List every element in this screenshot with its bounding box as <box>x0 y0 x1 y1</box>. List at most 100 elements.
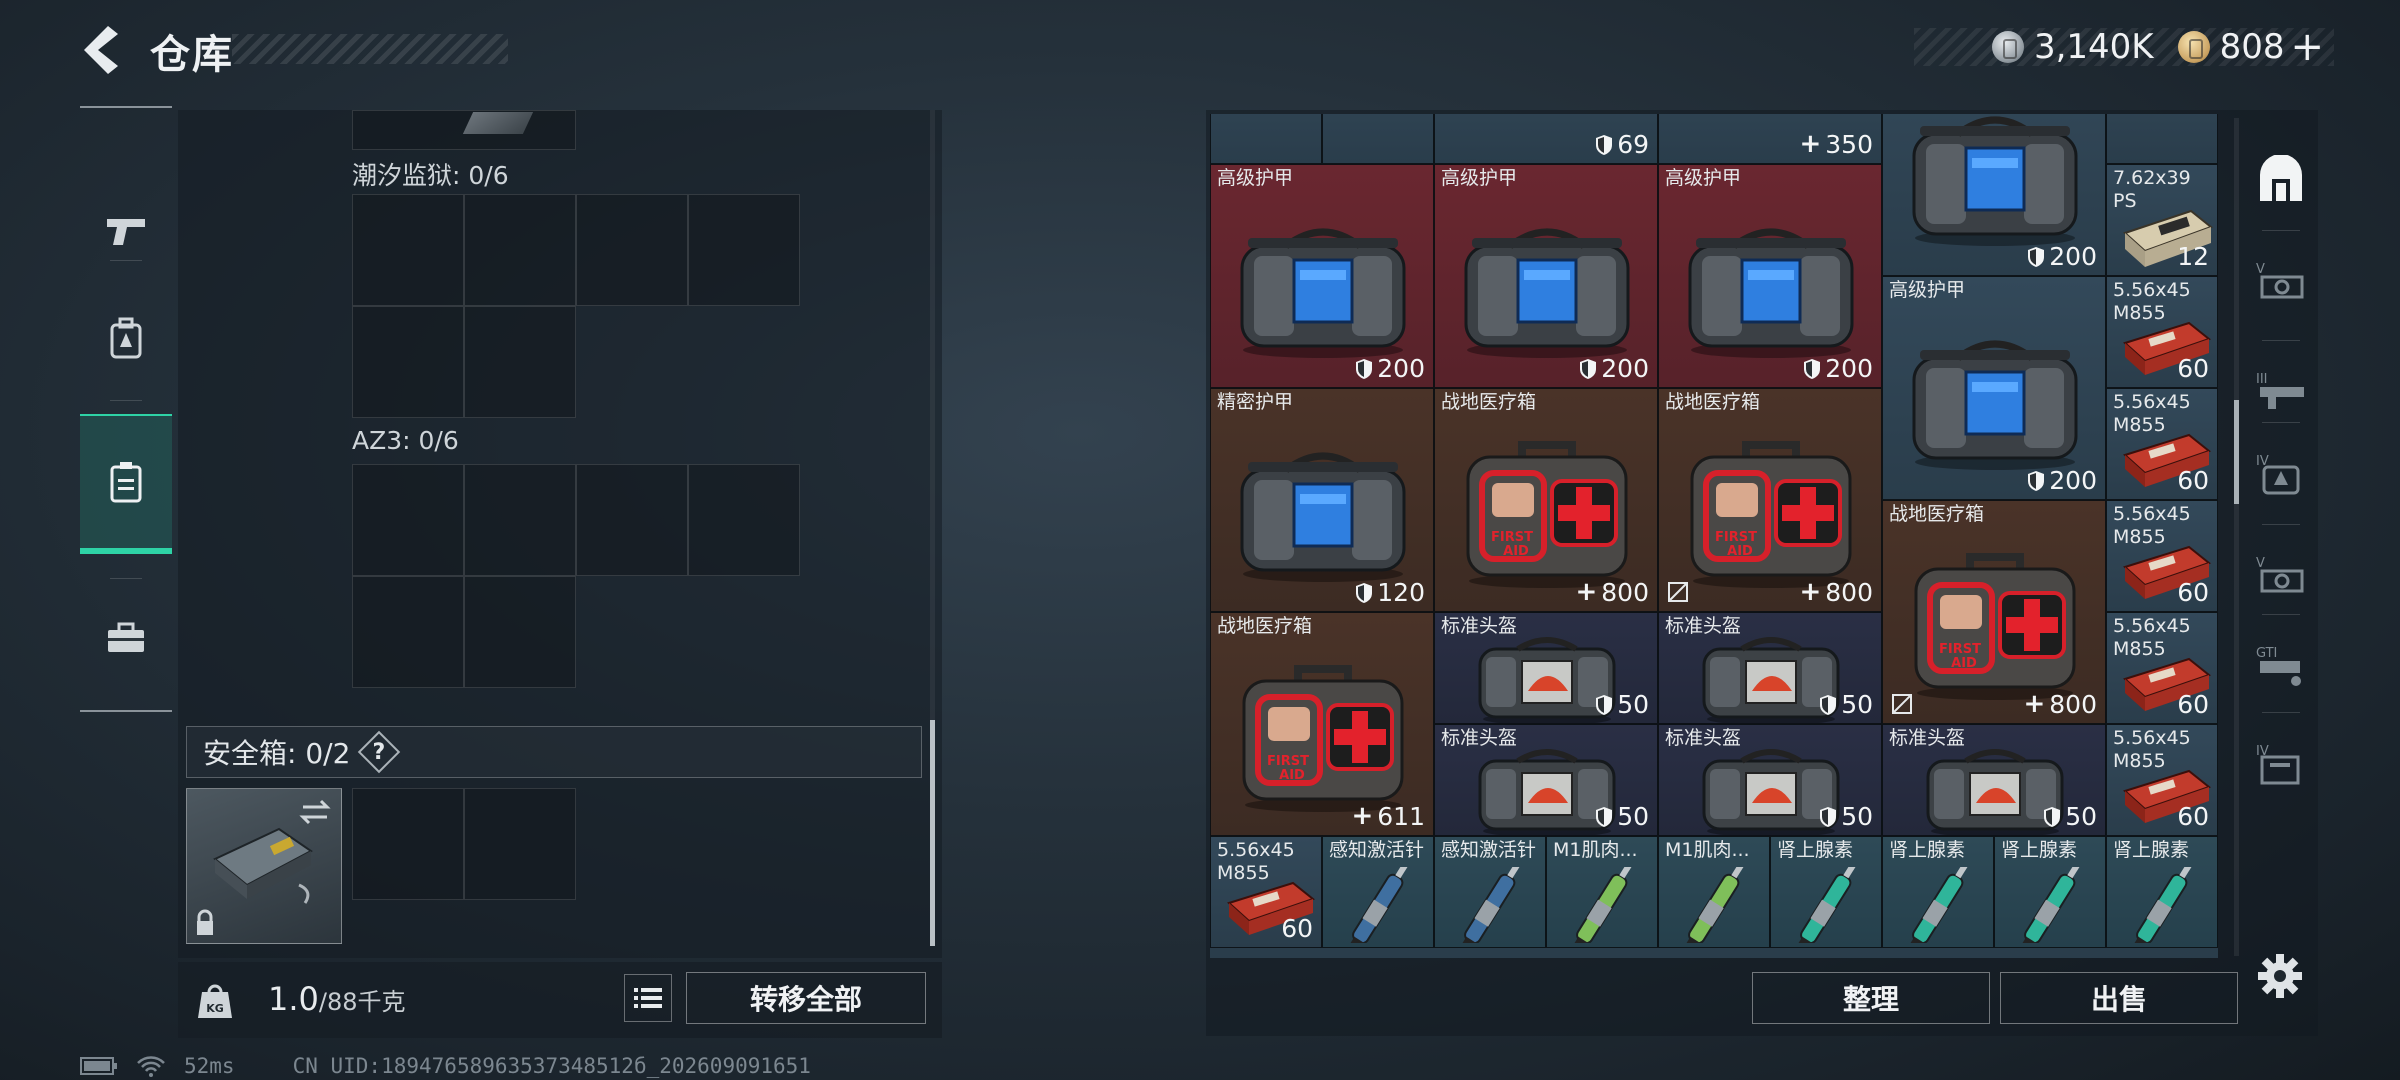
title-stripe-decoration <box>232 34 508 64</box>
armor-image <box>1676 212 1866 366</box>
nav-item-toolbox[interactable] <box>80 578 172 698</box>
inventory-item[interactable]: 5.56x45 M855 60 <box>2106 612 2218 724</box>
inventory-item[interactable]: 高级护甲 200 <box>1882 276 2106 500</box>
item-name: 标准头盔 <box>1665 727 1742 749</box>
inventory-cell[interactable] <box>1322 114 1434 164</box>
safe-slot[interactable] <box>352 788 464 900</box>
inventory-item[interactable]: FIRST AID 战地医疗箱 +800 <box>1658 388 1882 612</box>
inventory-item[interactable]: 肾上腺素 <box>1882 836 1994 948</box>
item-name: 5.56x45 M855 <box>2113 727 2191 772</box>
injector-image <box>1777 863 1877 947</box>
injector-image <box>1553 863 1653 947</box>
medkit-image: FIRST AID <box>1676 431 1866 595</box>
category-v-gun-icon-2[interactable]: V <box>2244 528 2318 628</box>
inventory-item[interactable]: FIRST AID 战地医疗箱 +800 <box>1434 388 1658 612</box>
inventory-item[interactable]: M1肌肉... <box>1658 836 1770 948</box>
inventory-item[interactable]: 5.56x45 M855 60 <box>2106 276 2218 388</box>
bound-icon <box>1668 582 1688 602</box>
inventory-item[interactable]: 5.56x45 M855 60 <box>2106 388 2218 500</box>
inventory-item[interactable]: 5.56x45 M855 60 <box>1210 836 1322 948</box>
transfer-all-button[interactable]: 转移全部 <box>686 972 926 1024</box>
inventory-item[interactable]: 5.56x45 M855 60 <box>2106 724 2218 836</box>
container-slot[interactable] <box>352 576 464 688</box>
inventory-item[interactable]: 感知激活针 <box>1434 836 1546 948</box>
pistol-icon <box>107 219 145 245</box>
page-title: 仓库 <box>150 32 234 78</box>
sort-button[interactable]: 整理 <box>1752 972 1990 1024</box>
category-v-gun-icon[interactable]: V <box>2244 234 2318 334</box>
inventory-cell[interactable]: 69 <box>1434 114 1658 164</box>
shield-icon <box>1596 134 1613 155</box>
right-scroll-thumb[interactable] <box>2234 400 2239 504</box>
inventory-cell[interactable] <box>2106 114 2218 164</box>
nav-item-weapons[interactable] <box>80 172 172 292</box>
container-slot[interactable] <box>352 306 464 418</box>
inventory-item[interactable]: 标准头盔 50 <box>1658 612 1882 724</box>
container-slot[interactable] <box>688 464 800 576</box>
inventory-item[interactable]: FIRST AID 战地医疗箱 +611 <box>1210 612 1434 836</box>
item-name: 5.56x45 M855 <box>2113 391 2191 436</box>
warehouse-grid: 69 +350 高级护甲 200 高级护甲 200 高级护甲 200 200 7.62x39 PS… <box>1210 114 2226 958</box>
item-value: 60 <box>2177 466 2209 495</box>
category-iv-armor-icon[interactable]: IV <box>2244 426 2318 526</box>
inventory-item[interactable]: 精密护甲 120 <box>1210 388 1434 612</box>
nav-item-storage[interactable] <box>80 414 172 554</box>
iv-armor-icon: IV <box>2254 451 2308 501</box>
inventory-cell[interactable]: +350 <box>1658 114 1882 164</box>
category-gt-gun-icon[interactable]: GTI <box>2244 618 2318 718</box>
inventory-item[interactable]: 高级护甲 200 <box>1434 164 1658 388</box>
container-slot[interactable] <box>464 576 576 688</box>
vault-icon <box>2256 154 2306 209</box>
inventory-item[interactable]: 标准头盔 50 <box>1434 612 1658 724</box>
container-slot[interactable] <box>352 464 464 576</box>
container-slot[interactable] <box>576 194 688 306</box>
inventory-item[interactable]: 标准头盔 50 <box>1882 724 2106 836</box>
item-value: 50 <box>1595 690 1649 719</box>
status-bar: 52ms CN UID:18947658963537348512б_202609… <box>80 1054 811 1078</box>
inventory-item[interactable]: 200 <box>1882 114 2106 276</box>
container-slot[interactable] <box>464 194 576 306</box>
inventory-item[interactable]: 标准头盔 50 <box>1658 724 1882 836</box>
nav-item-backpack[interactable] <box>80 278 172 398</box>
sell-button[interactable]: 出售 <box>2000 972 2238 1024</box>
inventory-item[interactable]: 感知激活针 <box>1322 836 1434 948</box>
inventory-item[interactable]: 标准头盔 50 <box>1434 724 1658 836</box>
item-name: 战地医疗箱 <box>1441 391 1537 413</box>
container-slot[interactable] <box>576 464 688 576</box>
inventory-item[interactable]: 高级护甲 200 <box>1210 164 1434 388</box>
safe-slot[interactable] <box>464 788 576 900</box>
item-value: 60 <box>1281 914 1313 943</box>
inventory-item[interactable]: 肾上腺素 <box>1770 836 1882 948</box>
inventory-item[interactable]: 5.56x45 M855 60 <box>2106 500 2218 612</box>
inventory-item[interactable]: M1肌肉... <box>1546 836 1658 948</box>
list-view-button[interactable] <box>624 974 672 1022</box>
container-slot[interactable] <box>464 306 576 418</box>
item-name: 5.56x45 M855 <box>1217 839 1295 884</box>
gold-coin-icon <box>2177 31 2210 63</box>
inventory-item[interactable]: 高级护甲 200 <box>1658 164 1882 388</box>
container-slot[interactable] <box>688 194 800 306</box>
inventory-item[interactable]: 肾上腺素 <box>2106 836 2218 948</box>
medkit-image: FIRST AID <box>1228 655 1418 819</box>
inventory-item[interactable]: FIRST AID 战地医疗箱 +800 <box>1882 500 2106 724</box>
inventory-cell[interactable] <box>1210 114 1322 164</box>
inventory-row-partial <box>1210 948 2218 958</box>
item-value: 200 <box>2027 242 2097 271</box>
swap-icon[interactable] <box>299 799 331 825</box>
container-slot[interactable] <box>464 464 576 576</box>
add-currency-button[interactable]: + <box>2290 24 2324 70</box>
back-arrow-icon[interactable] <box>78 24 122 76</box>
inventory-item[interactable]: 7.62x39 PS 12 <box>2106 164 2218 276</box>
left-scroll-thumb[interactable] <box>930 720 935 946</box>
safe-case-slot[interactable] <box>186 788 342 944</box>
help-button[interactable]: ? <box>358 730 401 774</box>
item-name: 标准头盔 <box>1441 615 1518 637</box>
item-value: 60 <box>2177 802 2209 831</box>
right-scroll-track[interactable] <box>2234 118 2239 956</box>
category-iv-bag-icon[interactable]: IV <box>2244 716 2318 816</box>
inventory-item[interactable]: 肾上腺素 <box>1994 836 2106 948</box>
container-slot[interactable] <box>352 194 464 306</box>
category-vault-icon[interactable] <box>2244 132 2318 232</box>
settings-gear-icon[interactable] <box>2256 952 2304 1000</box>
item-name: 高级护甲 <box>1665 167 1742 189</box>
